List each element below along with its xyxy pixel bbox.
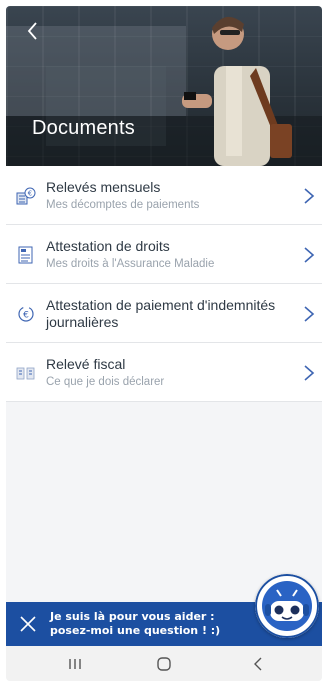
documents-list: € Relevés mensuels Mes décomptes de paie… xyxy=(6,166,322,402)
assistant-message-line: Je suis là pour vous aider : xyxy=(50,610,215,623)
app-screen: Documents € Relevés mensuels Mes décompt… xyxy=(6,6,322,681)
document-item-title: Attestation de droits xyxy=(46,238,170,254)
recent-apps-icon[interactable] xyxy=(66,655,84,673)
document-item-attestation-droits[interactable]: Attestation de droits Mes droits à l'Ass… xyxy=(6,225,322,284)
document-item-subtitle: Ce que je dois déclarer xyxy=(46,376,165,388)
document-item-text: Relevé fiscal Ce que je dois déclarer xyxy=(46,356,281,389)
monthly-statement-icon: € xyxy=(16,187,36,205)
document-item-title: Relevés mensuels xyxy=(46,179,161,195)
documents-header: Documents xyxy=(6,6,322,166)
document-item-text: Attestation de droits Mes droits à l'Ass… xyxy=(46,238,281,271)
close-icon[interactable] xyxy=(18,614,38,634)
assistant-message-line: posez-moi une question ! :) xyxy=(50,624,221,637)
svg-text:€: € xyxy=(23,311,29,321)
document-item-title: Relevé fiscal xyxy=(46,356,126,372)
document-item-releve-fiscal[interactable]: Relevé fiscal Ce que je dois déclarer xyxy=(6,343,322,402)
document-item-subtitle: Mes droits à l'Assurance Maladie xyxy=(46,258,215,270)
assistant-message: Je suis là pour vous aider : posez-moi u… xyxy=(50,610,220,638)
tax-statement-icon xyxy=(16,367,35,380)
document-item-title: Attestation de paiement d'indemnités jou… xyxy=(46,297,276,330)
document-item-subtitle: Mes décomptes de paiements xyxy=(46,199,200,211)
home-icon[interactable] xyxy=(155,655,173,673)
daily-allowance-icon: € xyxy=(18,306,34,322)
back-arrow-icon[interactable] xyxy=(20,18,46,44)
document-item-indemnites-journalieres[interactable]: € Attestation de paiement d'indemnités j… xyxy=(6,284,322,343)
document-item-releves-mensuels[interactable]: € Relevés mensuels Mes décomptes de paie… xyxy=(6,166,322,225)
header-photo-person xyxy=(182,16,292,166)
rights-certificate-icon xyxy=(18,246,33,264)
document-item-text: Relevés mensuels Mes décomptes de paieme… xyxy=(46,179,281,212)
document-item-text: Attestation de paiement d'indemnités jou… xyxy=(46,297,281,331)
chevron-right-icon xyxy=(304,365,315,381)
chevron-right-icon xyxy=(304,306,315,322)
chatbot-avatar-icon[interactable] xyxy=(255,574,319,638)
system-navigation-bar xyxy=(6,646,322,681)
page-title: Documents xyxy=(32,117,135,139)
chevron-right-icon xyxy=(304,188,315,204)
chevron-right-icon xyxy=(304,247,315,263)
svg-text:€: € xyxy=(28,190,32,198)
back-nav-icon[interactable] xyxy=(250,655,268,673)
